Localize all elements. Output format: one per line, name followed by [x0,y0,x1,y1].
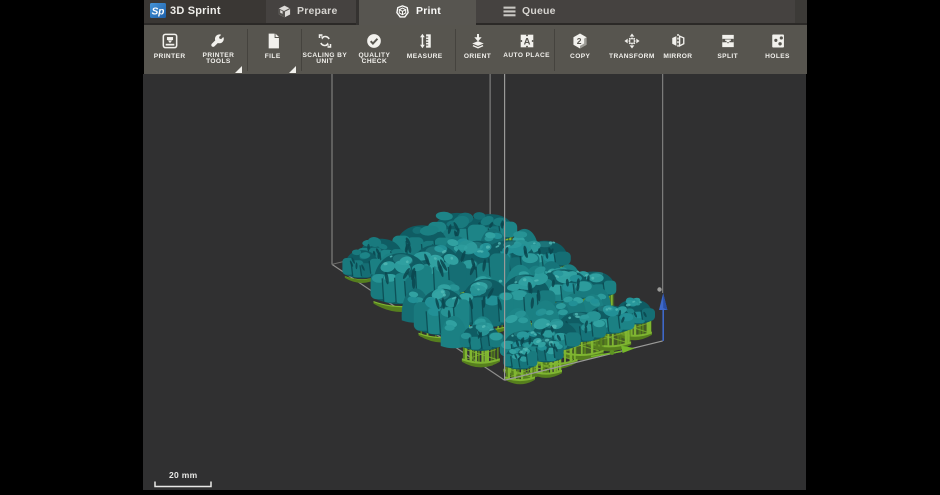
svg-text:2: 2 [577,36,582,46]
svg-text:A: A [523,36,530,47]
svg-text:20 mm: 20 mm [169,470,198,480]
svg-text:Sp: Sp [152,7,165,18]
